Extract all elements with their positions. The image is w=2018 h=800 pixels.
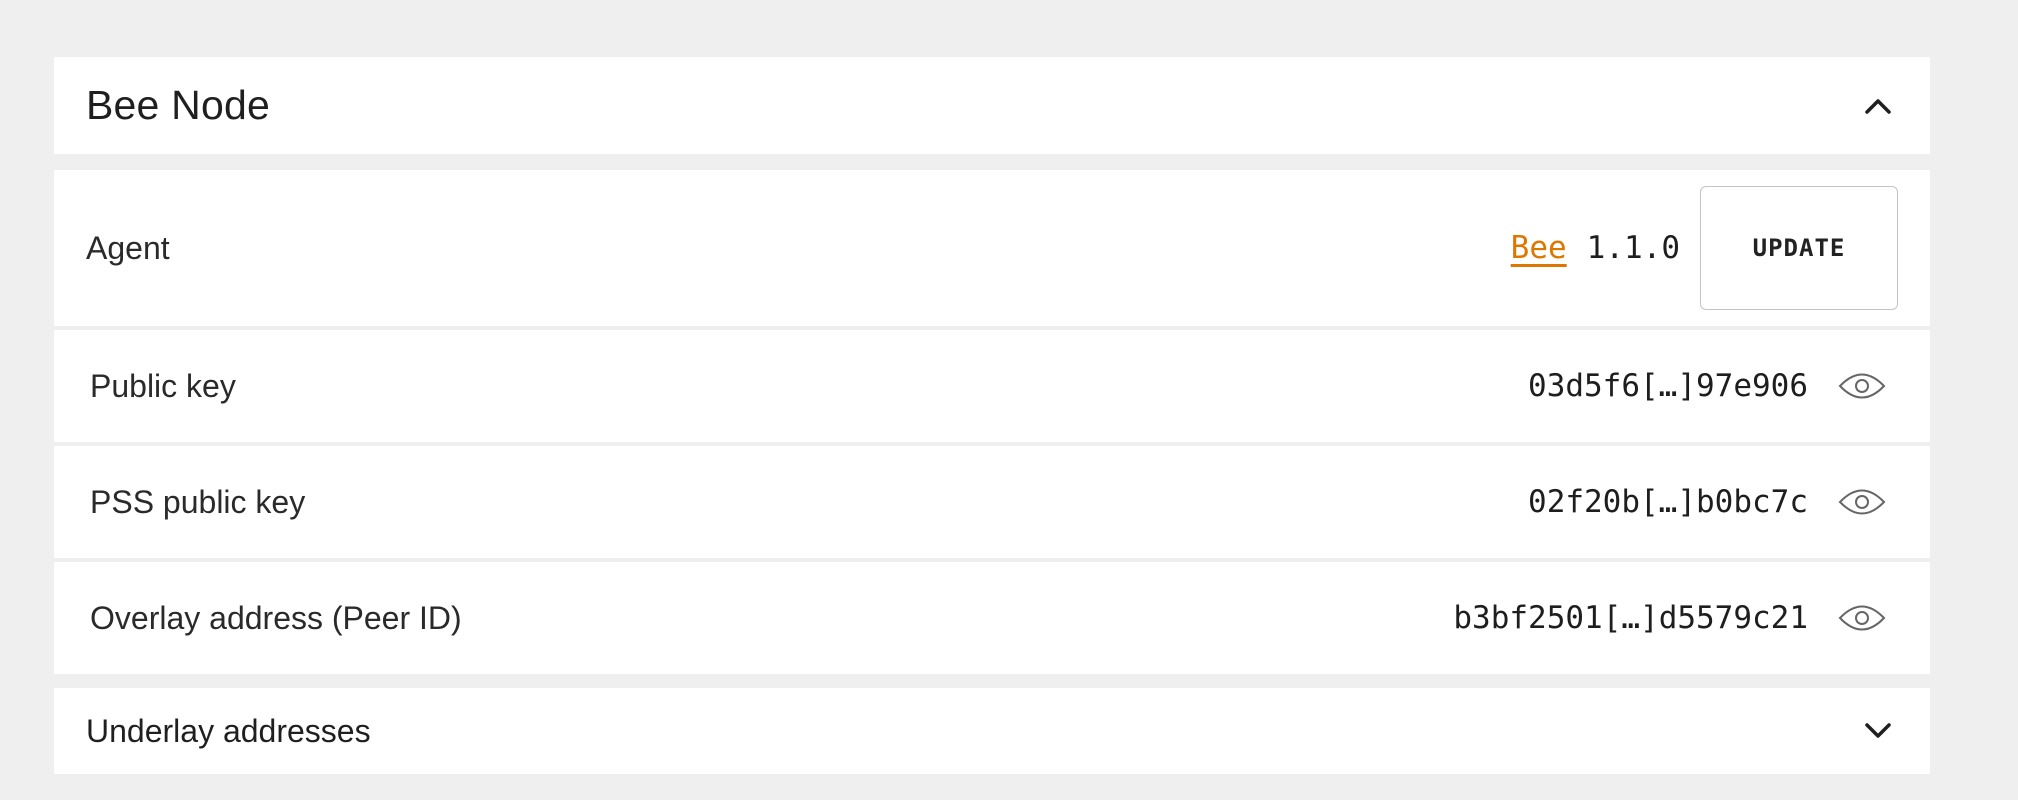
- agent-row: Agent Bee 1.1.0 UPDATE: [54, 170, 1930, 326]
- section-title: Bee Node: [86, 82, 270, 128]
- underlay-title: Underlay addresses: [86, 712, 371, 749]
- update-button[interactable]: UPDATE: [1700, 186, 1898, 310]
- eye-icon[interactable]: [1838, 594, 1886, 642]
- agent-link[interactable]: Bee: [1511, 230, 1567, 266]
- eye-icon[interactable]: [1838, 478, 1886, 526]
- pss-public-key-row: PSS public key 02f20b[…]b0bc7c: [54, 446, 1930, 558]
- public-key-label: Public key: [90, 367, 236, 404]
- agent-value: Bee 1.1.0 UPDATE: [1511, 186, 1898, 310]
- bee-node-panel: Bee Node Agent Bee 1.1.0 UPDATE Public k…: [54, 57, 1930, 774]
- overlay-address-label: Overlay address (Peer ID): [90, 599, 462, 636]
- chevron-down-icon[interactable]: [1858, 711, 1898, 751]
- chevron-up-icon[interactable]: [1858, 86, 1898, 126]
- pss-public-key-value: 02f20b[…]b0bc7c: [1528, 484, 1808, 520]
- bee-node-header[interactable]: Bee Node: [54, 57, 1930, 154]
- agent-label: Agent: [86, 229, 170, 266]
- public-key-row: Public key 03d5f6[…]97e906: [54, 330, 1930, 442]
- agent-version: 1.1.0: [1586, 230, 1680, 266]
- eye-icon[interactable]: [1838, 362, 1886, 410]
- pss-public-key-label: PSS public key: [90, 483, 306, 520]
- overlay-address-row: Overlay address (Peer ID) b3bf2501[…]d55…: [54, 562, 1930, 674]
- underlay-addresses-header[interactable]: Underlay addresses: [54, 688, 1930, 774]
- overlay-address-value: b3bf2501[…]d5579c21: [1453, 600, 1808, 636]
- public-key-value: 03d5f6[…]97e906: [1528, 368, 1808, 404]
